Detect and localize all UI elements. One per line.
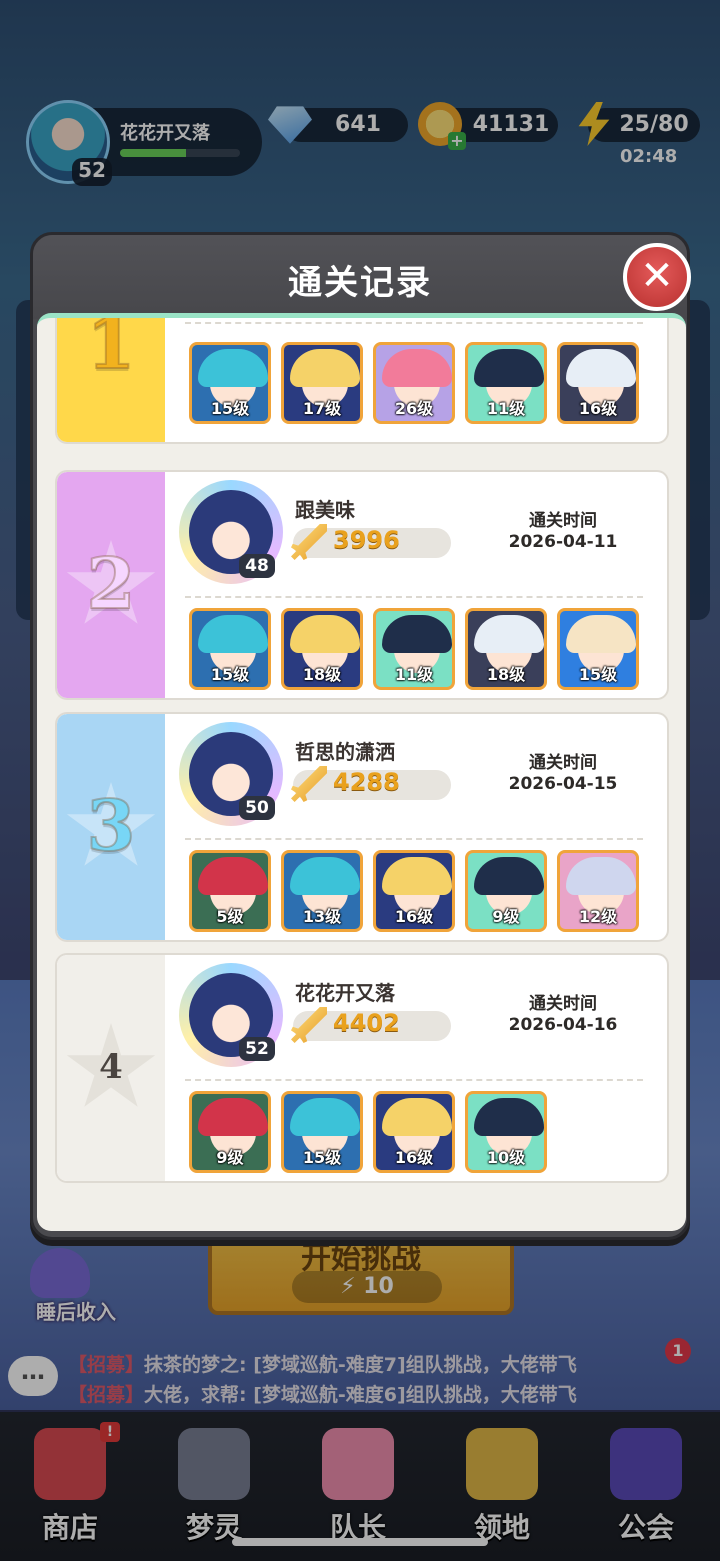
hero-level: 18级 (302, 665, 342, 684)
power-value: 4288 (333, 768, 400, 796)
divider (185, 322, 643, 324)
hero-card[interactable]: 16级 (373, 850, 455, 932)
hero-level: 5级 (216, 907, 244, 926)
hero-card[interactable]: 15级 (557, 608, 639, 690)
clear-time-label: 通关时间 (529, 511, 597, 531)
hero-level: 12级 (578, 907, 618, 926)
records-list[interactable]: 1 15级 17级 26级 11级 16级 2 48 跟美味 3996 通关时间 2026… (37, 313, 686, 1231)
hero-hair (382, 857, 452, 895)
hero-hair (382, 349, 452, 387)
hero-card[interactable]: 9级 (465, 850, 547, 932)
clear-time-value: 2026-04-11 (508, 532, 618, 552)
dialog-title: 通关记录 (288, 263, 432, 303)
hero-level: 15级 (210, 399, 250, 418)
leader-level: 50 (239, 796, 275, 820)
power-value: 4402 (333, 1009, 400, 1037)
hero-level: 17级 (302, 399, 342, 418)
rank-number: 2 (86, 541, 137, 626)
hero-hair (566, 615, 636, 653)
hero-hair (290, 349, 360, 387)
hero-card[interactable]: 16级 (373, 1091, 455, 1173)
hero-hair (566, 857, 636, 895)
hero-hair (290, 857, 360, 895)
hero-hair (198, 1098, 268, 1136)
hero-card[interactable]: 9级 (189, 1091, 271, 1173)
record-card-1: 1 15级 17级 26级 11级 16级 (57, 313, 667, 442)
hero-hair (474, 857, 544, 895)
leader-level: 48 (239, 554, 275, 578)
power-value: 3996 (333, 526, 400, 554)
hero-card[interactable]: 13级 (281, 850, 363, 932)
hero-card[interactable]: 26级 (373, 342, 455, 424)
member-name: 花花开又落 (295, 981, 395, 1005)
hero-hair (198, 349, 268, 387)
hero-level: 9级 (216, 1148, 244, 1167)
hero-hair (474, 1098, 544, 1136)
hero-hair (198, 857, 268, 895)
hero-hair (474, 349, 544, 387)
hero-hair (382, 615, 452, 653)
hero-level: 11级 (394, 665, 434, 684)
hero-hair (382, 1098, 452, 1136)
record-card-4: 4 52 花花开又落 4402 通关时间 2026-04-16 9级 15级 16级 10… (57, 955, 667, 1181)
hero-level: 15级 (302, 1148, 342, 1167)
hero-card[interactable]: 15级 (281, 1091, 363, 1173)
leader-avatar[interactable]: 52 (179, 963, 283, 1067)
record-card-2: 2 48 跟美味 3996 通关时间 2026-04-11 15级 18级 11级 18级… (57, 472, 667, 698)
leader-level: 52 (239, 1037, 275, 1061)
hero-hair (290, 615, 360, 653)
hero-card[interactable]: 18级 (281, 608, 363, 690)
hero-hair (290, 1098, 360, 1136)
clear-records-dialog: 通关记录 ✕ 1 15级 17级 26级 11级 16级 2 48 跟美味 3996 通… (30, 232, 691, 1240)
hero-card[interactable]: 16级 (557, 342, 639, 424)
hero-card[interactable]: 15级 (189, 608, 271, 690)
hero-card[interactable]: 18级 (465, 608, 547, 690)
rank-number: 1 (86, 313, 137, 386)
divider (185, 1079, 643, 1081)
hero-hair (198, 615, 268, 653)
hero-level: 26级 (394, 399, 434, 418)
hero-level: 18级 (486, 665, 526, 684)
dialog-header: 通关记录 (33, 235, 687, 319)
hero-hair (566, 349, 636, 387)
hero-card[interactable]: 10级 (465, 1091, 547, 1173)
leader-avatar[interactable]: 48 (179, 480, 283, 584)
hero-card[interactable]: 5级 (189, 850, 271, 932)
close-button[interactable]: ✕ (623, 243, 691, 311)
hero-card[interactable]: 11级 (373, 608, 455, 690)
hero-level: 15级 (210, 665, 250, 684)
clear-time-label: 通关时间 (529, 753, 597, 773)
clear-time-value: 2026-04-15 (508, 774, 618, 794)
rank-number: 3 (86, 783, 137, 868)
divider (185, 838, 643, 840)
rank-number: 4 (99, 1047, 123, 1087)
hero-level: 15级 (578, 665, 618, 684)
hero-level: 16级 (394, 1148, 434, 1167)
hero-card[interactable]: 12级 (557, 850, 639, 932)
hero-level: 16级 (578, 399, 618, 418)
hero-card[interactable]: 11级 (465, 342, 547, 424)
record-card-3: 3 50 哲思的潇洒 4288 通关时间 2026-04-15 5级 13级 16级 9级… (57, 714, 667, 940)
divider (185, 596, 643, 598)
hero-level: 13级 (302, 907, 342, 926)
leader-avatar[interactable]: 50 (179, 722, 283, 826)
member-name: 跟美味 (295, 498, 355, 522)
hero-level: 9级 (492, 907, 520, 926)
member-name: 哲思的潇洒 (295, 740, 395, 764)
hero-hair (474, 615, 544, 653)
hero-level: 16级 (394, 907, 434, 926)
hero-card[interactable]: 17级 (281, 342, 363, 424)
clear-time-value: 2026-04-16 (508, 1015, 618, 1035)
clear-time-label: 通关时间 (529, 994, 597, 1014)
hero-card[interactable]: 15级 (189, 342, 271, 424)
hero-level: 10级 (486, 1148, 526, 1167)
hero-level: 11级 (486, 399, 526, 418)
